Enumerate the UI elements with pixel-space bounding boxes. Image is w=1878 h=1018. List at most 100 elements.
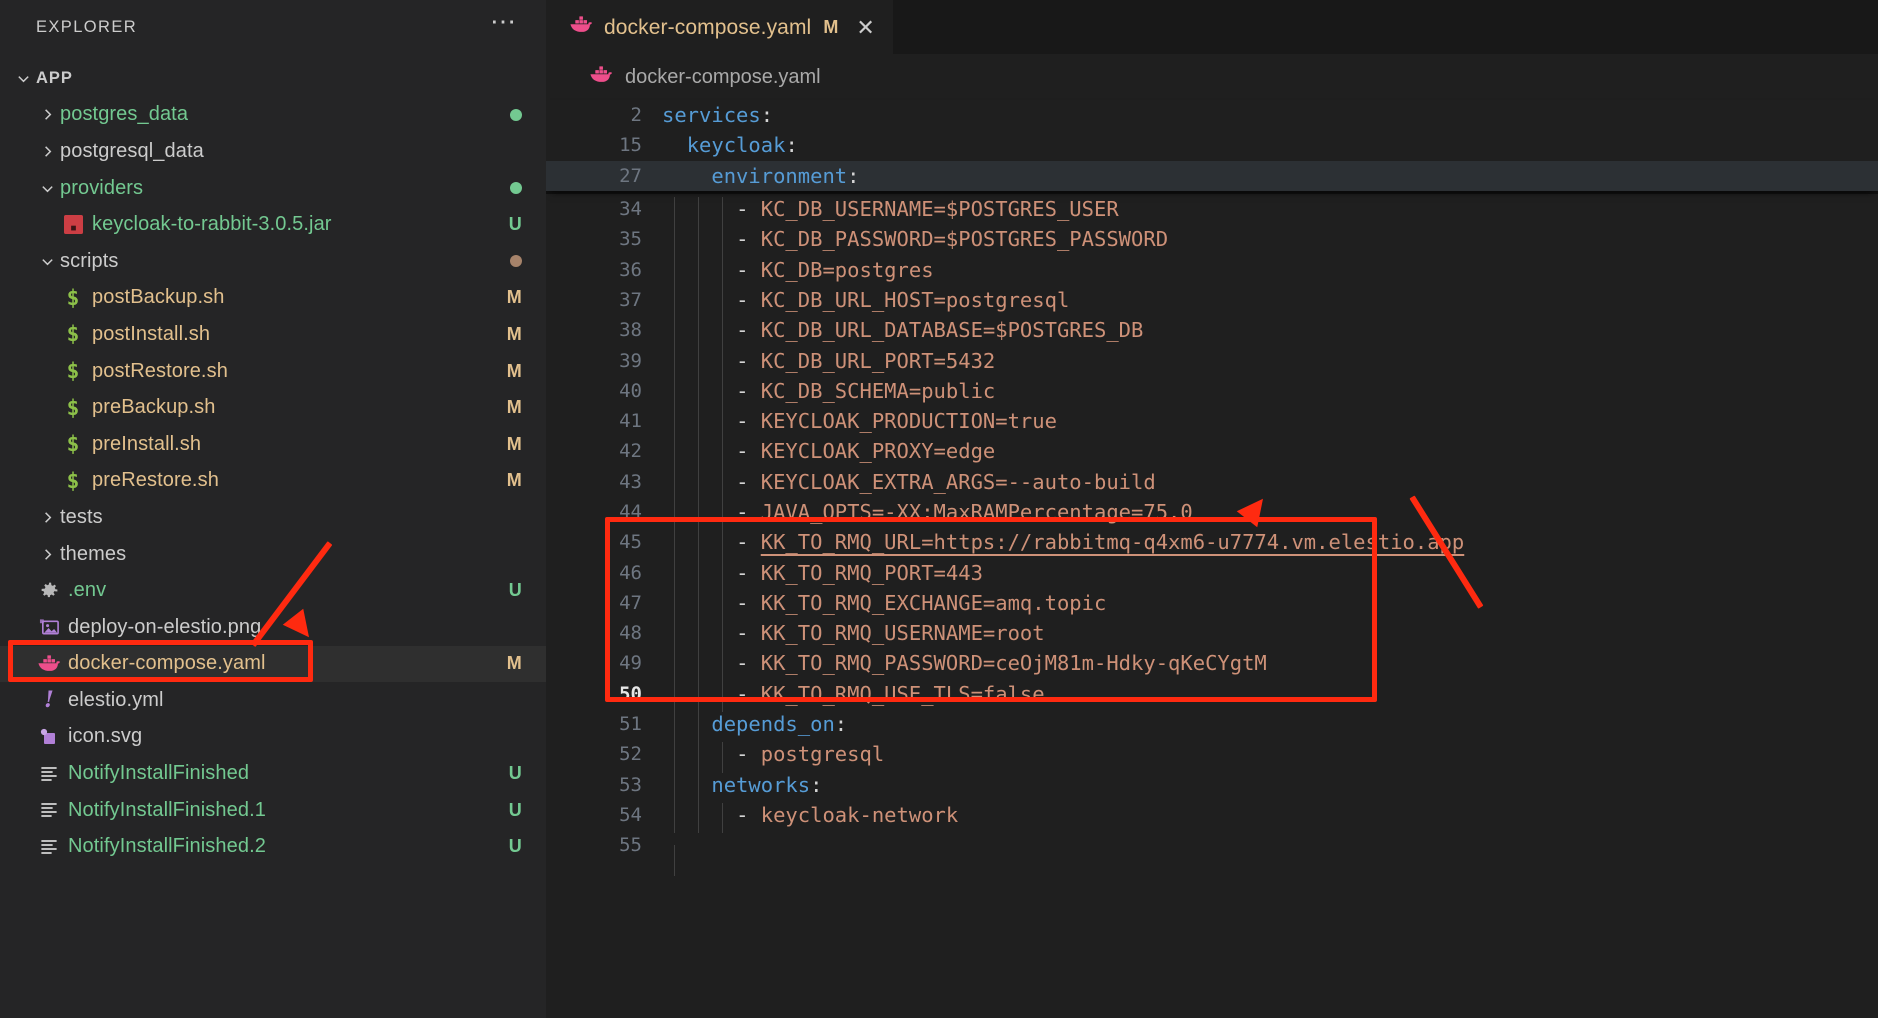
ellipsis-icon[interactable]: ⋯ [490, 8, 518, 38]
explorer-sidebar: EXPLORER ⋯ APP postgres_data postgresql_d… [0, 0, 546, 1018]
code-content[interactable]: 34 - KC_DB_USERNAME=$POSTGRES_USER 35 - K… [546, 194, 1878, 876]
code-text: - KC_DB_URL_DATABASE=$POSTGRES_DB [662, 318, 1878, 349]
explorer-header: EXPLORER ⋯ [0, 0, 546, 54]
code-text: - KK_TO_RMQ_URL=https://rabbitmq-q4xm6-u… [662, 530, 1878, 561]
tree-item-label: preRestore.sh [92, 469, 219, 492]
tree-file-docker-compose-yaml[interactable]: docker-compose.yaml M [0, 645, 546, 683]
tab-modified-badge: M [823, 17, 839, 37]
chevron-right-icon [34, 107, 60, 122]
gear-icon [34, 580, 64, 601]
line-number: 54 [619, 803, 642, 826]
code-text: - KEYCLOAK_PROXY=edge [662, 439, 1878, 470]
tree-folder-providers[interactable]: providers [0, 170, 546, 207]
tree-file-postrestore-sh[interactable]: $ postRestore.sh M [0, 353, 546, 390]
svg-file-icon [34, 727, 64, 747]
code-line[interactable]: 54 - keycloak-network [546, 800, 1878, 834]
tree-folder-tests[interactable]: tests [0, 499, 546, 536]
code-text: - KEYCLOAK_PRODUCTION=true [662, 409, 1878, 440]
git-status-dot [510, 182, 522, 195]
docker-icon [588, 64, 614, 91]
tree-folder-themes[interactable]: themes [0, 536, 546, 573]
line-number: 37 [619, 288, 642, 311]
chevron-down-icon [34, 254, 60, 269]
line-number: 49 [619, 652, 642, 675]
line-number: 55 [619, 834, 642, 857]
git-status-badge: M [506, 653, 522, 674]
sticky-line[interactable]: 27 environment: [546, 160, 1878, 191]
tree-file-postbackup-sh[interactable]: $ postBackup.sh M [0, 280, 546, 317]
shell-file-icon: $ [66, 285, 80, 310]
code-line[interactable]: 40 - KC_DB_SCHEMA=public [546, 376, 1878, 410]
code-line[interactable]: 43 - KEYCLOAK_EXTRA_ARGS=--auto-build [546, 467, 1878, 500]
tree-file-prebackup-sh[interactable]: $ preBackup.sh M [0, 389, 546, 426]
code-text: - KC_DB_PASSWORD=$POSTGRES_PASSWORD [662, 227, 1878, 258]
code-line[interactable]: 41 - KEYCLOAK_PRODUCTION=true [546, 406, 1878, 440]
code-line[interactable]: 46 - KK_TO_RMQ_PORT=443 [546, 557, 1878, 591]
tree-file-icon-svg[interactable]: icon.svg [0, 719, 546, 756]
chevron-right-icon [34, 144, 60, 159]
shell-file-icon: $ [66, 432, 80, 457]
code-line[interactable]: 39 - KC_DB_URL_PORT=5432 [546, 345, 1878, 379]
code-text: - postgresql [662, 742, 1878, 773]
code-line[interactable]: 34 - KC_DB_USERNAME=$POSTGRES_USER [546, 194, 1878, 228]
tab-docker-compose-yaml[interactable]: docker-compose.yaml M ✕ [546, 0, 893, 54]
tree-folder-scripts[interactable]: scripts [0, 243, 546, 280]
code-text: - KEYCLOAK_EXTRA_ARGS=--auto-build [662, 469, 1878, 500]
tree-file-elestio-yml[interactable]: ! elestio.yml [0, 682, 546, 719]
shell-file-icon: $ [66, 468, 80, 493]
code-line[interactable]: 44 - JAVA_OPTS=-XX:MaxRAMPercentage=75.0 [546, 497, 1878, 531]
tree-file-notifyinstallfinished-1[interactable]: NotifyInstallFinished.1 U [0, 792, 546, 829]
chevron-down-icon [10, 71, 36, 86]
code-text: - KC_DB_SCHEMA=public [662, 378, 1878, 410]
code-line[interactable]: 50 - KK_TO_RMQ_USE_TLS=false [546, 679, 1878, 713]
tree-file-keycloak-to-rabbit-3-0-5-jar[interactable]: keycloak-to-rabbit-3.0.5.jar U [0, 206, 546, 243]
code-line[interactable]: 47 - KK_TO_RMQ_EXCHANGE=amq.topic [546, 588, 1878, 622]
tree-file-notifyinstallfinished[interactable]: NotifyInstallFinished U [0, 755, 546, 792]
tree-file-notifyinstallfinished-2[interactable]: NotifyInstallFinished.2 U [0, 828, 546, 865]
code-text: - keycloak-network [662, 802, 1878, 834]
tree-root-app[interactable]: APP [0, 60, 546, 97]
close-icon[interactable]: ✕ [856, 15, 874, 41]
tree-root-label: APP [36, 68, 73, 87]
git-status-badge: M [506, 397, 522, 418]
code-line[interactable]: 38 - KC_DB_URL_DATABASE=$POSTGRES_DB [546, 315, 1878, 349]
code-line[interactable]: 55 [546, 830, 1878, 876]
code-line[interactable]: 37 - KC_DB_URL_HOST=postgresql [546, 285, 1878, 319]
tree-item-label: NotifyInstallFinished.1 [68, 798, 266, 821]
code-text: services: [662, 103, 774, 128]
code-line[interactable]: 51 depends_on: [546, 709, 1878, 743]
code-line[interactable]: 53 networks: [546, 770, 1878, 803]
tree-item-label: postgres_data [60, 103, 189, 126]
tree-item-label: keycloak-to-rabbit-3.0.5.jar [92, 213, 332, 236]
tree-file-prerestore-sh[interactable]: $ preRestore.sh M [0, 463, 546, 500]
tree-file-env[interactable]: .env U [0, 572, 546, 609]
line-number: 44 [619, 501, 642, 523]
tree-folder-postgresql-data[interactable]: postgresql_data [0, 133, 546, 170]
breadcrumb[interactable]: docker-compose.yaml [546, 54, 1878, 100]
tree-item-label: deploy-on-elestio.png [68, 615, 262, 638]
code-line[interactable]: 35 - KC_DB_PASSWORD=$POSTGRES_PASSWORD [546, 224, 1878, 258]
tree-file-postinstall-sh[interactable]: $ postInstall.sh M [0, 316, 546, 353]
line-number: 46 [619, 561, 642, 584]
code-line[interactable]: 42 - KEYCLOAK_PROXY=edge [546, 436, 1878, 470]
code-text: - KC_DB_USERNAME=$POSTGRES_USER [662, 197, 1878, 228]
tree-file-deploy-on-elestio-png[interactable]: deploy-on-elestio.png [0, 609, 546, 646]
code-line[interactable]: 48 - KK_TO_RMQ_USERNAME=root [546, 618, 1878, 652]
page-title: EXPLORER [36, 17, 138, 36]
chevron-right-icon [34, 547, 60, 562]
tree-folder-postgres-data[interactable]: postgres_data [0, 97, 546, 134]
sticky-line[interactable]: 2 services: [546, 100, 1878, 131]
code-line[interactable]: 45 - KK_TO_RMQ_URL=https://rabbitmq-q4xm… [546, 527, 1878, 561]
tree-item-label: postInstall.sh [92, 322, 211, 345]
line-number: 43 [619, 470, 642, 493]
code-line[interactable]: 36 - KC_DB=postgres [546, 254, 1878, 288]
tree-item-label: preBackup.sh [92, 396, 216, 419]
line-number: 27 [619, 164, 642, 187]
tree-file-preinstall-sh[interactable]: $ preInstall.sh M [0, 426, 546, 463]
tree-item-label: NotifyInstallFinished [68, 762, 250, 785]
code-line[interactable]: 52 - postgresql [546, 739, 1878, 773]
code-text: - KK_TO_RMQ_USERNAME=root [662, 621, 1878, 652]
code-line[interactable]: 49 - KK_TO_RMQ_PASSWORD=ceOjM81m-Hdky-qK… [546, 648, 1878, 682]
sticky-line[interactable]: 15 keycloak: [546, 130, 1878, 161]
line-number: 39 [619, 349, 642, 372]
